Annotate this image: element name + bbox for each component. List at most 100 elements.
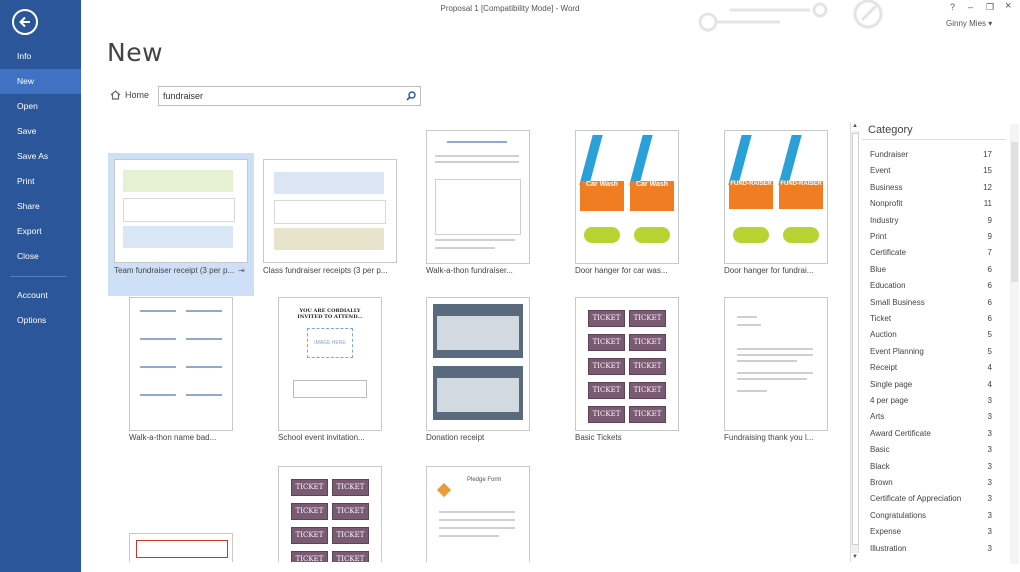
- category-name: Receipt: [870, 363, 898, 373]
- category-item[interactable]: Industry 9: [870, 216, 992, 230]
- scroll-thumb[interactable]: [1011, 142, 1018, 282]
- circuit-decoration: [698, 0, 883, 32]
- figures-box: [435, 179, 521, 235]
- help-button[interactable]: ?: [950, 2, 955, 12]
- nav-print[interactable]: Print: [0, 169, 81, 194]
- template-tile-donation-receipt[interactable]: Donation receipt: [420, 293, 566, 442]
- category-item[interactable]: Congratulations 3: [870, 511, 992, 525]
- text-line: [737, 316, 757, 318]
- category-count: 3: [987, 461, 992, 471]
- category-item[interactable]: Brown 3: [870, 478, 992, 492]
- text-line: [737, 378, 807, 380]
- banner: FUND-RAISER: [729, 181, 773, 209]
- category-item[interactable]: Blue 6: [870, 265, 992, 279]
- text-line: [737, 354, 813, 356]
- template-label: Door hanger for car was...: [575, 266, 668, 275]
- template-tile[interactable]: TICKET TICKET TICKET TICKET TICKET TICKE…: [272, 462, 418, 562]
- template-tile-class-fundraiser-receipts[interactable]: Class fundraiser receipts (3 per p...: [257, 153, 403, 296]
- scroll-thumb[interactable]: [852, 133, 859, 545]
- template-tile-fundraising-thank-you-letter[interactable]: Fundraising thank you l...: [718, 293, 864, 442]
- category-item[interactable]: Business 12: [870, 183, 992, 197]
- nav-new[interactable]: New: [0, 69, 81, 94]
- scroll-up-icon[interactable]: ▲: [851, 122, 859, 131]
- category-item[interactable]: Award Certificate 3: [870, 429, 992, 443]
- category-item[interactable]: 4 per page 3: [870, 396, 992, 410]
- nav-options[interactable]: Options: [0, 308, 81, 333]
- nav-save[interactable]: Save: [0, 119, 81, 144]
- nav-share[interactable]: Share: [0, 194, 81, 219]
- user-name: Ginny Mies: [946, 19, 987, 28]
- nav-close[interactable]: Close: [0, 244, 81, 269]
- image-placeholder: IMAGE HERE: [307, 328, 353, 358]
- category-scrollbar[interactable]: ▲ ▼: [850, 122, 859, 562]
- nav-account[interactable]: Account: [0, 283, 81, 308]
- category-item[interactable]: Event 15: [870, 166, 992, 180]
- close-button[interactable]: ×: [1005, 0, 1011, 12]
- category-name: Education: [870, 281, 906, 291]
- nav-save-as[interactable]: Save As: [0, 144, 81, 169]
- scroll-down-icon[interactable]: ▼: [851, 553, 859, 562]
- template-tile[interactable]: [123, 527, 269, 562]
- category-item[interactable]: Print 9: [870, 232, 992, 246]
- category-count: 6: [987, 281, 992, 291]
- category-item[interactable]: Event Planning 5: [870, 347, 992, 361]
- text-line: [737, 360, 797, 362]
- home-link[interactable]: Home: [110, 90, 149, 100]
- category-count: 6: [987, 297, 992, 307]
- minimize-button[interactable]: –: [968, 2, 973, 12]
- template-thumbnail: [426, 130, 530, 264]
- category-item[interactable]: Black 3: [870, 462, 992, 476]
- template-tile-walk-a-thon-fundraiser[interactable]: Walk-a-thon fundraiser...: [420, 124, 566, 275]
- template-tile-school-event-invitation[interactable]: YOU ARE CORDIALLY INVITED TO ATTEND... I…: [272, 293, 418, 442]
- template-tile-basic-tickets[interactable]: TICKET TICKET TICKET TICKET TICKET TICKE…: [569, 293, 715, 442]
- template-label: Fundraising thank you l...: [724, 433, 814, 442]
- category-item[interactable]: Basic 3: [870, 445, 992, 459]
- page-scrollbar[interactable]: [1010, 124, 1019, 564]
- category-item[interactable]: Ticket 6: [870, 314, 992, 328]
- user-account[interactable]: Ginny Mies ▾: [946, 19, 992, 28]
- category-item[interactable]: Nonprofit 11: [870, 199, 992, 213]
- template-tile-team-fundraiser-receipt[interactable]: Team fundraiser receipt (3 per p... ⇥: [108, 153, 254, 296]
- category-count: 9: [987, 215, 992, 225]
- template-thumbnail: [129, 533, 233, 562]
- category-count: 12: [983, 182, 992, 192]
- receipt-stub: [274, 200, 386, 224]
- category-item[interactable]: Fundraiser 17: [870, 150, 992, 164]
- category-count: 4: [987, 379, 992, 389]
- category-item[interactable]: Certificate of Appreciation 3: [870, 494, 992, 508]
- nav-export[interactable]: Export: [0, 219, 81, 244]
- template-tile-walk-a-thon-name-badges[interactable]: Walk-a-thon name bad...: [123, 293, 269, 442]
- template-label: Basic Tickets: [575, 433, 622, 442]
- template-tile[interactable]: Pledge Form: [420, 462, 566, 562]
- search-icon[interactable]: [406, 91, 416, 101]
- search-input[interactable]: [163, 89, 401, 103]
- back-button[interactable]: [12, 9, 38, 35]
- category-item[interactable]: Small Business 6: [870, 298, 992, 312]
- category-name: Auction: [870, 330, 897, 340]
- nav-info[interactable]: Info: [0, 44, 81, 69]
- nav-open[interactable]: Open: [0, 94, 81, 119]
- receipt-stub: [274, 172, 384, 194]
- pin-icon[interactable]: ⇥: [238, 266, 245, 275]
- category-item[interactable]: Arts 3: [870, 412, 992, 426]
- badge-line: [186, 310, 222, 312]
- category-item[interactable]: Expense 3: [870, 527, 992, 541]
- category-item[interactable]: Single page 4: [870, 380, 992, 394]
- category-item[interactable]: Certificate 7: [870, 248, 992, 262]
- template-tile-door-hanger-fundraiser[interactable]: FUND-RAISER FUND-RAISER Door hanger for …: [718, 124, 864, 275]
- ticket: TICKET: [291, 551, 328, 562]
- category-item[interactable]: Auction 5: [870, 330, 992, 344]
- category-item[interactable]: Illustration 3: [870, 544, 992, 558]
- hanger-panel: FUND-RAISER: [728, 135, 773, 259]
- category-item[interactable]: Receipt 4: [870, 363, 992, 377]
- category-item[interactable]: Education 6: [870, 281, 992, 295]
- stripe: [629, 135, 653, 185]
- ticket: TICKET: [629, 358, 666, 375]
- template-tile-door-hanger-car-wash[interactable]: Car Wash Car Wash Door hanger for car wa…: [569, 124, 715, 275]
- back-arrow-icon: [19, 16, 30, 28]
- invite-heading: YOU ARE CORDIALLY INVITED TO ATTEND...: [297, 308, 363, 320]
- receipt-block: [433, 304, 523, 358]
- badge-line: [186, 366, 222, 368]
- badge-line: [140, 366, 176, 368]
- restore-button[interactable]: ❐: [986, 2, 994, 13]
